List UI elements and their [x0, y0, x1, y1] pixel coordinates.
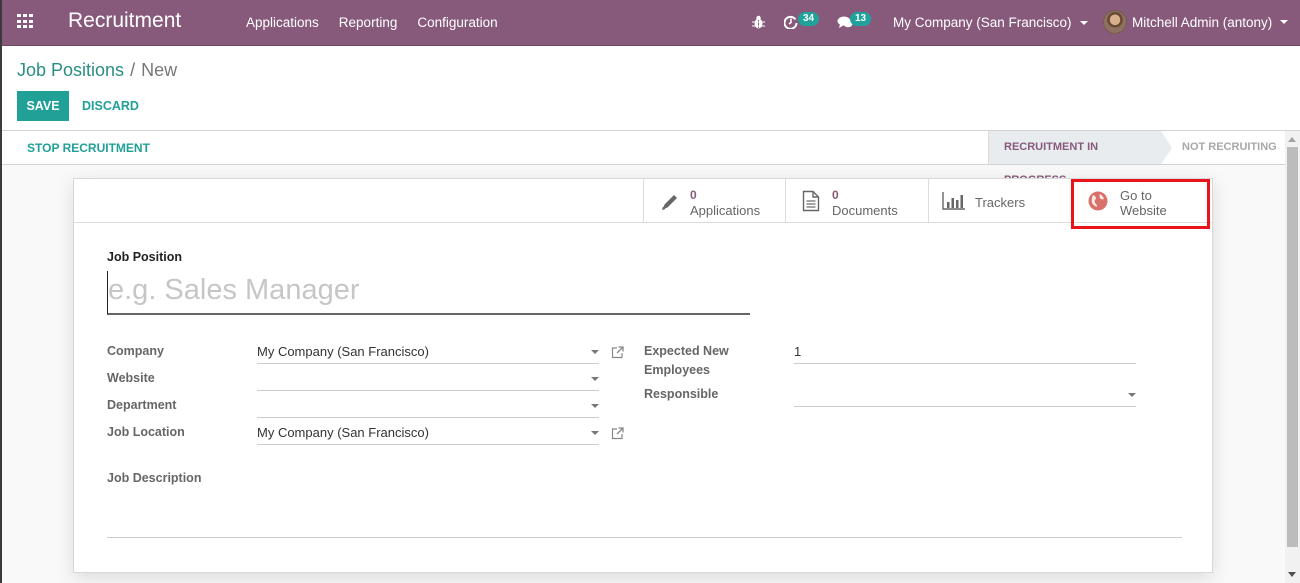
form-statusbar: STOP RECRUITMENT RECRUITMENT IN PROGRESS… — [0, 131, 1285, 186]
trackers-label: Trackers — [975, 195, 1026, 210]
caret-down-icon[interactable] — [591, 350, 599, 354]
breadcrumb: Job Positions / New — [17, 60, 177, 81]
bar-chart-icon — [942, 192, 965, 210]
scroll-down-arrow-icon[interactable] — [1288, 572, 1296, 577]
scroll-up-arrow-icon[interactable] — [1288, 137, 1296, 142]
apps-grid-icon[interactable] — [17, 14, 34, 29]
activity-count-badge: 34 — [798, 12, 820, 26]
company-name: My Company (San Francisco) — [893, 15, 1072, 30]
bug-icon[interactable] — [752, 15, 765, 29]
company-value: My Company (San Francisco) — [257, 344, 429, 359]
form-sheet: 0 Applications 0 Documents Trackers Go t… — [73, 178, 1213, 573]
caret-down-icon[interactable] — [591, 431, 599, 435]
external-link-icon[interactable] — [611, 427, 624, 440]
website-label-line2: Website — [1120, 203, 1167, 218]
job-description-editor[interactable] — [107, 494, 1182, 538]
document-icon — [802, 190, 820, 212]
department-label: Department — [107, 398, 177, 412]
company-label: Company — [107, 344, 164, 358]
responsible-label: Responsible — [644, 387, 719, 401]
user-menu[interactable]: Mitchell Admin (antony) — [1103, 10, 1289, 34]
go-to-website-button[interactable]: Go to Website — [1071, 179, 1212, 223]
job-position-input[interactable] — [107, 271, 750, 315]
menu-reporting[interactable]: Reporting — [339, 15, 398, 30]
control-panel: Job Positions / New SAVE DISCARD — [0, 46, 1300, 131]
caret-down-icon — [1280, 20, 1289, 24]
trackers-button[interactable]: Trackers — [928, 179, 1071, 223]
job-position-label: Job Position — [107, 250, 182, 264]
caret-down-icon[interactable] — [591, 404, 599, 408]
applications-label: Applications — [690, 203, 761, 218]
menu-applications[interactable]: Applications — [246, 15, 319, 30]
user-name: Mitchell Admin (antony) — [1132, 14, 1273, 30]
responsible-field[interactable] — [794, 385, 1136, 407]
expected-new-employees-input[interactable]: 1 — [794, 342, 1136, 364]
expected-new-employees-label: Expected New Employees — [644, 344, 729, 377]
stop-recruitment-button[interactable]: STOP RECRUITMENT — [27, 141, 150, 155]
globe-icon — [1088, 191, 1108, 211]
discard-button[interactable]: DISCARD — [82, 91, 139, 121]
pencil-icon — [662, 195, 677, 210]
company-switcher[interactable]: My Company (San Francisco) — [893, 15, 1088, 30]
top-navbar: Recruitment Applications Reporting Confi… — [0, 0, 1300, 46]
message-count-badge: 13 — [850, 12, 872, 26]
job-description-label: Job Description — [107, 471, 202, 485]
main-menu: Applications Reporting Configuration — [246, 15, 518, 30]
documents-button[interactable]: 0 Documents — [785, 179, 928, 223]
vertical-scrollbar[interactable] — [1285, 131, 1300, 583]
breadcrumb-current: New — [141, 60, 178, 80]
app-name[interactable]: Recruitment — [68, 9, 181, 33]
menu-configuration[interactable]: Configuration — [417, 15, 497, 30]
job-location-field[interactable]: My Company (San Francisco) — [257, 423, 599, 445]
stage-not-recruiting[interactable]: NOT RECRUITING — [1182, 131, 1277, 164]
save-button[interactable]: SAVE — [17, 91, 69, 121]
clock-icon — [784, 15, 798, 29]
caret-down-icon[interactable] — [1128, 393, 1136, 397]
website-field[interactable] — [257, 369, 599, 391]
smart-button-box: 0 Applications 0 Documents Trackers Go t… — [74, 179, 1212, 229]
documents-label: Documents — [832, 203, 898, 218]
scroll-thumb[interactable] — [1287, 147, 1298, 547]
applications-button[interactable]: 0 Applications — [643, 179, 786, 223]
window-border — [0, 0, 2, 583]
applications-count: 0 — [690, 188, 697, 202]
website-label-line1: Go to — [1120, 188, 1152, 203]
documents-count: 0 — [832, 188, 839, 202]
external-link-icon[interactable] — [611, 346, 624, 359]
avatar — [1103, 10, 1127, 34]
website-label: Website — [107, 371, 155, 385]
department-field[interactable] — [257, 396, 599, 418]
job-location-label: Job Location — [107, 425, 185, 439]
expected-new-employees-value: 1 — [794, 344, 802, 359]
company-field[interactable]: My Company (San Francisco) — [257, 342, 599, 364]
job-location-value: My Company (San Francisco) — [257, 425, 429, 440]
caret-down-icon[interactable] — [591, 377, 599, 381]
caret-down-icon — [1079, 21, 1088, 26]
stage-recruitment-in-progress[interactable]: RECRUITMENT IN PROGRESS — [988, 131, 1172, 186]
breadcrumb-separator: / — [130, 60, 136, 80]
breadcrumb-job-positions[interactable]: Job Positions — [17, 60, 124, 80]
